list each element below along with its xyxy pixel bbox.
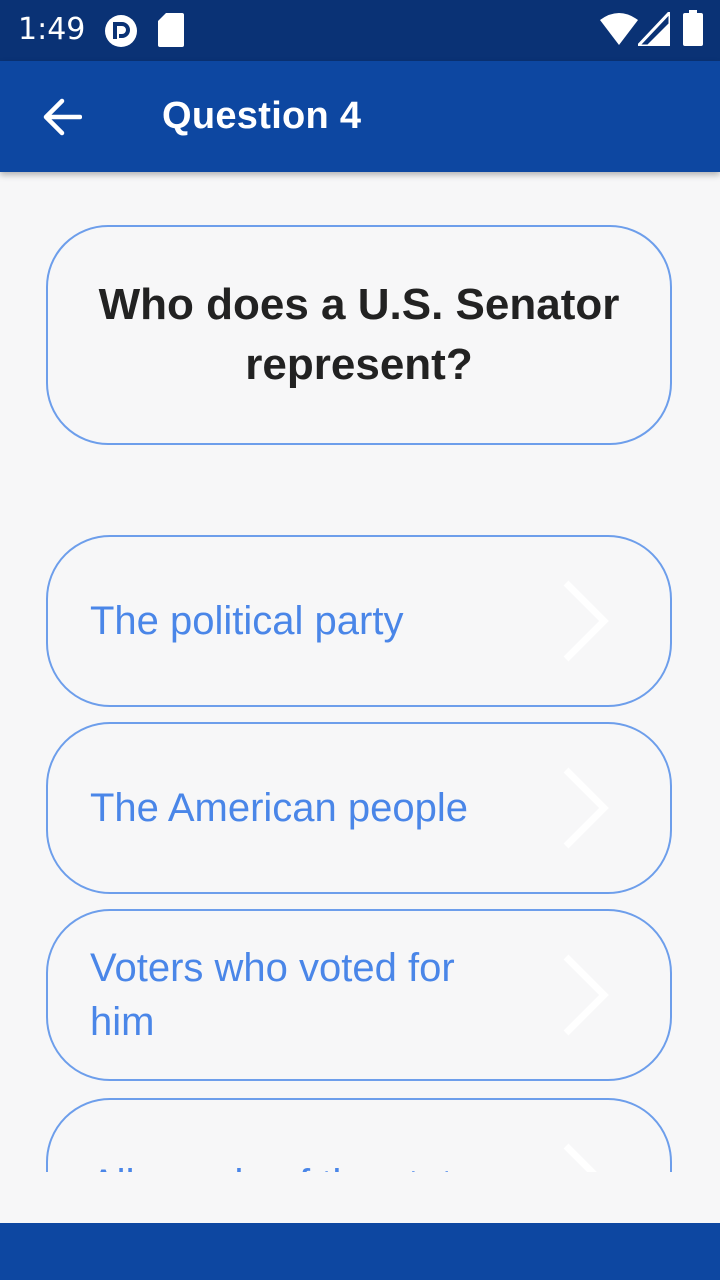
page-title: Question 4: [162, 95, 362, 137]
app-bar: Question 4: [0, 61, 720, 172]
chevron-right-icon: [563, 1143, 597, 1172]
answer-option[interactable]: The political party: [46, 535, 672, 707]
bottom-bar: [0, 1223, 720, 1280]
answer-label: The American people: [90, 786, 469, 830]
answer-list[interactable]: The political party The American people …: [0, 520, 720, 1172]
status-time: 1:49: [18, 12, 86, 47]
question-card: Who does a U.S. Senator represent?: [46, 225, 672, 445]
answer-label: Voters who voted for him: [90, 946, 455, 1044]
chevron-right-icon: [563, 580, 609, 662]
answer-option[interactable]: Voters who voted for him: [46, 909, 672, 1081]
app-notification-icon: [105, 15, 137, 47]
wifi-icon: [600, 13, 638, 45]
status-bar: 1:49: [0, 0, 720, 61]
arrow-back-icon: [43, 98, 82, 136]
answer-option[interactable]: The American people: [46, 722, 672, 894]
chevron-right-icon: [563, 954, 609, 1036]
answer-label: All people of the state: [90, 1157, 490, 1172]
question-text: Who does a U.S. Senator represent?: [98, 280, 620, 389]
answer-label: The political party: [90, 599, 404, 643]
cell-signal-icon: [638, 12, 670, 46]
chevron-right-icon: [563, 767, 609, 849]
answer-option[interactable]: All people of the state: [46, 1098, 672, 1172]
battery-icon: [683, 10, 703, 46]
back-button[interactable]: [28, 83, 96, 151]
sd-card-icon: [158, 13, 184, 47]
